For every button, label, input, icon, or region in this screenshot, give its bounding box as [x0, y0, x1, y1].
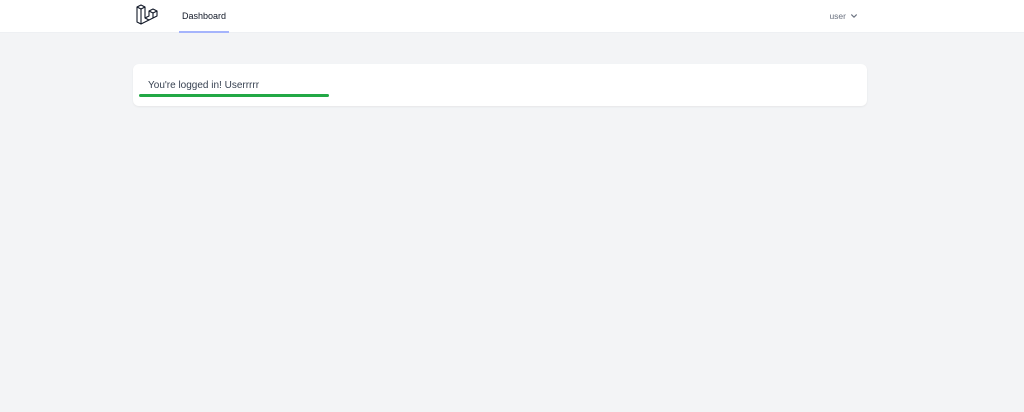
user-name: user [829, 10, 846, 21]
chevron-down-icon [850, 12, 858, 20]
top-navigation: Dashboard user [0, 0, 1024, 33]
dashboard-card: You're logged in! Userrrrr [133, 64, 867, 106]
login-message: You're logged in! Userrrrr [148, 80, 260, 91]
user-dropdown[interactable]: user [829, 0, 858, 31]
laravel-logo-icon[interactable] [134, 3, 158, 27]
nav-link-dashboard[interactable]: Dashboard [179, 0, 230, 33]
green-underline [139, 94, 329, 97]
